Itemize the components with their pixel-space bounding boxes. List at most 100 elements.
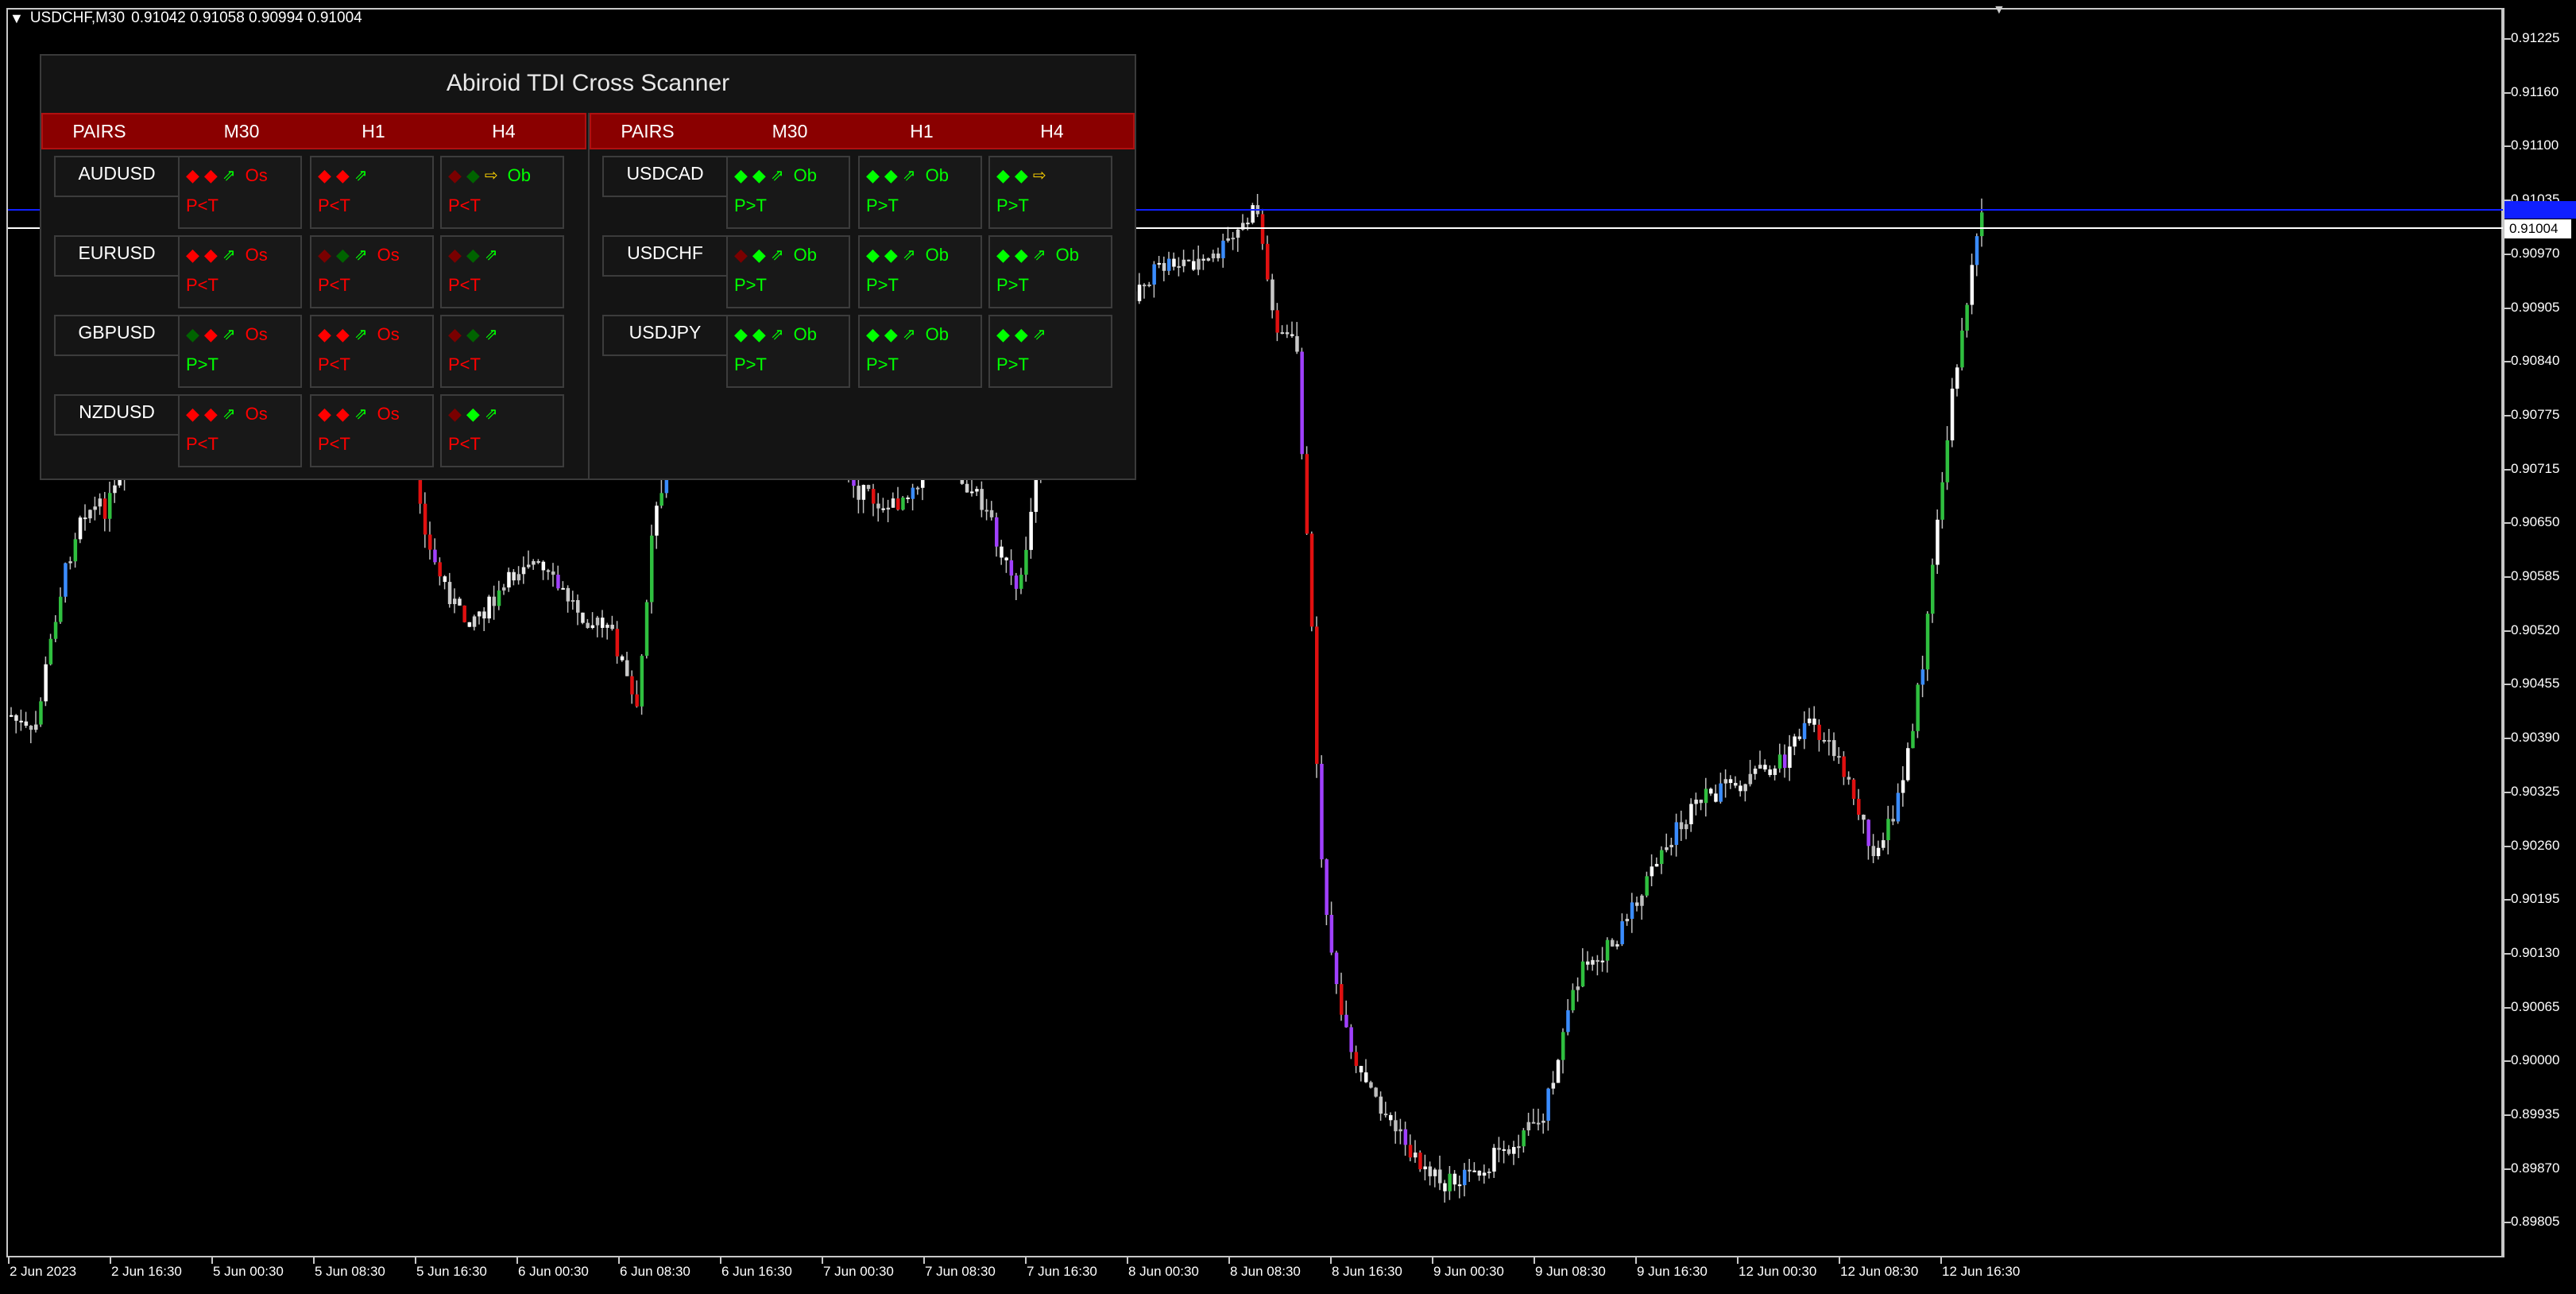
signal-cell-usdcad-h4[interactable]: ◆ ◆ ⇨ P>T: [988, 156, 1112, 229]
candle-body: [620, 656, 625, 661]
price-label: 0.90325: [2511, 783, 2560, 799]
candle-body: [1674, 822, 1679, 845]
candle-body: [1911, 730, 1915, 749]
diamond-icon: ◆: [884, 324, 898, 344]
signal-cell-usdcad-m30[interactable]: ◆ ◆ ⇗ Ob P>T: [726, 156, 850, 229]
candle-body: [1354, 1052, 1359, 1067]
candle-body: [566, 587, 571, 602]
diamond-icon: ◆: [466, 165, 480, 185]
pair-button-usdchf[interactable]: USDCHF: [602, 235, 728, 277]
column-header-h1[interactable]: H1: [860, 114, 984, 148]
signal-cell-usdchf-m30[interactable]: ◆ ◆ ⇗ Ob P>T: [726, 235, 850, 308]
signal-cell-usdchf-h4[interactable]: ◆ ◆ ⇗ Ob P>T: [988, 235, 1112, 308]
diamond-icon: ◆: [752, 324, 766, 344]
candle-body: [1428, 1166, 1433, 1176]
pair-button-audusd[interactable]: AUDUSD: [54, 156, 180, 197]
signal-cell-nzdusd-m30[interactable]: ◆ ◆ ⇗ Os P<T: [178, 394, 302, 467]
candle-body: [970, 491, 974, 494]
pair-button-usdjpy[interactable]: USDJPY: [602, 315, 728, 356]
candle-body: [1482, 1172, 1487, 1176]
candle-body: [1955, 367, 1959, 389]
diamond-icon: ◆: [1014, 324, 1028, 344]
cross-label: P<T: [318, 354, 350, 374]
candle-body: [1182, 259, 1186, 266]
candle-body: [615, 629, 620, 657]
candle-body: [989, 509, 994, 517]
candle-body: [443, 576, 447, 583]
zone-label: Os: [245, 404, 268, 424]
cross-label: P<T: [448, 434, 481, 454]
signal-cell-gbpusd-h4[interactable]: ◆ ◆ ⇗ P<T: [440, 315, 564, 388]
candle-body: [1704, 788, 1708, 804]
candle-body: [1773, 768, 1777, 776]
cross-label: P>T: [996, 196, 1029, 215]
candle-body: [1576, 986, 1580, 990]
column-header-h4[interactable]: H4: [990, 114, 1114, 148]
candle-body: [975, 489, 979, 492]
candle-body: [1004, 557, 1008, 560]
candle-body: [1502, 1149, 1507, 1151]
candle-body: [1650, 866, 1654, 877]
candle-body: [1768, 769, 1772, 776]
candle-body: [502, 587, 506, 591]
candle-body: [521, 567, 526, 575]
signal-cell-usdjpy-h1[interactable]: ◆ ◆ ⇗ Ob P>T: [858, 315, 982, 388]
candle-body: [1236, 229, 1240, 238]
diamond-icon: ◆: [466, 404, 480, 424]
candle-body: [1842, 756, 1846, 777]
pair-button-eurusd[interactable]: EURUSD: [54, 235, 180, 277]
column-header-m30[interactable]: M30: [728, 114, 852, 148]
price-label: 0.91100: [2511, 138, 2559, 153]
arrow-up-right-icon: ⇗: [770, 246, 784, 264]
signal-cell-audusd-h4[interactable]: ◆ ◆ ⇨ Ob P<T: [440, 156, 564, 229]
candle-body: [906, 497, 910, 499]
candle-body: [1965, 304, 1969, 331]
signal-cell-gbpusd-m30[interactable]: ◆ ◆ ⇗ Os P>T: [178, 315, 302, 388]
candle-body: [1635, 902, 1639, 906]
column-header-pairs[interactable]: PAIRS: [591, 114, 704, 148]
pair-button-usdcad[interactable]: USDCAD: [602, 156, 728, 197]
signal-cell-usdjpy-h4[interactable]: ◆ ◆ ⇗ P>T: [988, 315, 1112, 388]
candle-body: [872, 489, 876, 504]
column-header-pairs[interactable]: PAIRS: [43, 114, 156, 148]
arrow-up-right-icon: ⇗: [484, 405, 498, 423]
signal-cell-eurusd-m30[interactable]: ◆ ◆ ⇗ Os P<T: [178, 235, 302, 308]
signal-cell-usdchf-h1[interactable]: ◆ ◆ ⇗ Ob P>T: [858, 235, 982, 308]
candle-body: [1452, 1173, 1457, 1185]
time-axis[interactable]: [6, 1256, 2504, 1257]
candle-body: [1271, 279, 1274, 311]
candle-body: [438, 562, 442, 577]
candle-body: [1300, 351, 1304, 455]
candle-body: [630, 676, 634, 695]
column-header-m30[interactable]: M30: [180, 114, 304, 148]
cross-label: P>T: [866, 196, 899, 215]
price-tick: [2503, 91, 2511, 94]
price-tick: [2503, 468, 2511, 471]
column-header-h1[interactable]: H1: [311, 114, 435, 148]
signal-cell-usdjpy-m30[interactable]: ◆ ◆ ⇗ Ob P>T: [726, 315, 850, 388]
price-tick: [2503, 38, 2511, 40]
signal-cell-nzdusd-h1[interactable]: ◆ ◆ ⇗ Os P<T: [310, 394, 434, 467]
signal-cell-eurusd-h4[interactable]: ◆ ◆ ⇗ P<T: [440, 235, 564, 308]
price-axis[interactable]: [2503, 8, 2504, 1257]
signal-cell-usdcad-h1[interactable]: ◆ ◆ ⇗ Ob P>T: [858, 156, 982, 229]
signal-cell-eurusd-h1[interactable]: ◆ ◆ ⇗ Os P<T: [310, 235, 434, 308]
signal-indicators: ◆ ◆ ⇗: [448, 402, 503, 426]
price-tick: [2503, 899, 2511, 901]
candle-body: [433, 549, 437, 563]
candle-body: [1295, 335, 1299, 352]
signal-cell-nzdusd-h4[interactable]: ◆ ◆ ⇗ P<T: [440, 394, 564, 467]
signal-cell-audusd-h1[interactable]: ◆ ◆ ⇗ P<T: [310, 156, 434, 229]
diamond-icon: ◆: [186, 404, 199, 424]
tdi-cross-scanner-panel[interactable]: Abiroid TDI Cross Scanner PAIRS M30 H1 H4 AU…: [40, 54, 1136, 480]
signal-indicators: ◆ ◆ ⇗ Os: [186, 323, 268, 347]
pair-button-nzdusd[interactable]: NZDUSD: [54, 394, 180, 436]
candle-body: [891, 498, 895, 508]
candle-body: [605, 624, 609, 628]
signal-indicators: ◆ ◆ ⇗ Ob: [866, 323, 949, 347]
signal-cell-audusd-m30[interactable]: ◆ ◆ ⇗ Os P<T: [178, 156, 302, 229]
arrow-up-right-icon: ⇗: [222, 246, 236, 264]
pair-button-gbpusd[interactable]: GBPUSD: [54, 315, 180, 356]
column-header-h4[interactable]: H4: [442, 114, 566, 148]
signal-cell-gbpusd-h1[interactable]: ◆ ◆ ⇗ Os P<T: [310, 315, 434, 388]
